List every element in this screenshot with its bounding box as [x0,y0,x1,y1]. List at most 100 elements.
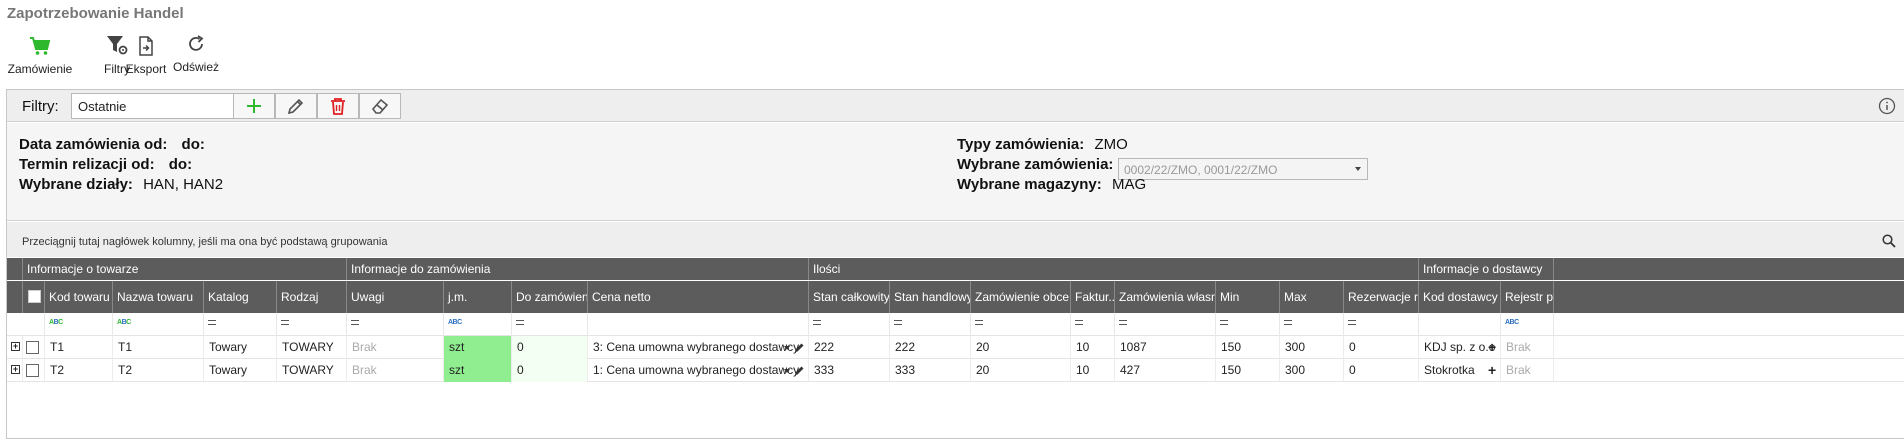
column-net-price[interactable]: Cena netto [588,281,809,313]
cell-catalog[interactable]: Towary [204,336,277,359]
column-unit[interactable]: j.m. [444,281,512,313]
cell-reservations[interactable]: 0 [1344,359,1419,382]
cell-type[interactable]: TOWARY [277,359,347,382]
expand-icon[interactable]: + [11,342,20,351]
cell-code[interactable]: T2 [45,359,113,382]
cell-min[interactable]: 150 [1216,359,1280,382]
cell-unit[interactable]: szt [444,336,512,359]
filter-cell-min[interactable] [1216,313,1280,336]
cell-to-order[interactable]: 0 [512,359,588,382]
delete-filter-button[interactable] [317,93,359,119]
pencil-icon[interactable] [794,342,805,353]
expand-icon[interactable]: + [11,365,20,374]
filter-cell-reservations[interactable] [1344,313,1419,336]
column-foreign-orders[interactable]: Zamówienie obce... [971,281,1071,313]
add-filter-button[interactable] [233,93,275,119]
column-to-order[interactable]: Do zamówienia [512,281,588,313]
search-icon[interactable] [1882,234,1896,251]
filter-cell-total-stock[interactable] [809,313,890,336]
filter-cell-code[interactable]: ABC [45,313,113,336]
chevron-down-icon[interactable] [784,346,790,350]
cell-code[interactable]: T1 [45,336,113,359]
column-max[interactable]: Max [1280,281,1344,313]
cell-notes[interactable]: Brak [347,336,444,359]
column-total-stock[interactable]: Stan całkowity [809,281,890,313]
expand-cell[interactable]: + [7,359,23,382]
cell-foreign-orders[interactable]: 20 [971,336,1071,359]
order-button[interactable]: Zamówienie [0,36,80,76]
filter-cell-unit[interactable]: ABC [444,313,512,336]
cell-to-order[interactable]: 0 [512,336,588,359]
column-trade-stock[interactable]: Stan handlowy [890,281,971,313]
cell-name[interactable]: T2 [113,359,204,382]
group-by-panel[interactable]: Przeciągnij tutaj nagłówek kolumny, jeśl… [7,222,1904,257]
selected-orders-select[interactable]: 0002/22/ZMO, 0001/22/ZMO [1118,158,1368,180]
cell-own-orders[interactable]: 1087 [1115,336,1216,359]
filter-cell-catalog[interactable] [204,313,277,336]
column-code[interactable]: Kod towaru [45,281,113,313]
refresh-button[interactable]: Odśwież [156,34,236,74]
cell-foreign-orders[interactable]: 20 [971,359,1071,382]
row-checkbox[interactable] [26,341,39,354]
filter-cell-to-order[interactable] [512,313,588,336]
column-invoices[interactable]: Faktur... [1071,281,1115,313]
plus-icon[interactable]: + [1488,336,1496,359]
clear-filter-button[interactable] [359,93,401,119]
filter-cell-max[interactable] [1280,313,1344,336]
cell-max[interactable]: 300 [1280,336,1344,359]
band-delivery[interactable]: Informacje o dostawcy [1419,258,1554,280]
filter-cell-net-price[interactable] [588,313,809,336]
cell-trade-stock[interactable]: 222 [890,336,971,359]
cell-supplier-code[interactable]: KDJ sp. z o.o + [1419,336,1501,359]
filter-cell-foreign-orders[interactable] [971,313,1071,336]
cell-total-stock[interactable]: 222 [809,336,890,359]
cell-notes[interactable]: Brak [347,359,444,382]
filter-cell-notes[interactable] [347,313,444,336]
column-notes[interactable]: Uwagi [347,281,444,313]
cell-max[interactable]: 300 [1280,359,1344,382]
row-checkbox[interactable] [26,364,39,377]
cell-money-register[interactable]: Brak [1501,359,1554,382]
column-type[interactable]: Rodzaj [277,281,347,313]
column-min[interactable]: Min [1216,281,1280,313]
cell-invoices[interactable]: 10 [1071,359,1115,382]
cell-invoices[interactable]: 10 [1071,336,1115,359]
table-row[interactable]: + T2 T2 Towary TOWARY Brak szt 0 1: Cena… [7,359,1904,382]
cell-net-price[interactable]: 1: Cena umowna wybranego dostawcy [588,359,809,382]
cell-trade-stock[interactable]: 333 [890,359,971,382]
column-supplier-code[interactable]: Kod dostawcy [1419,281,1501,313]
filter-cell-invoices[interactable] [1071,313,1115,336]
band-quantities[interactable]: Ilości [809,258,1419,280]
pencil-icon[interactable] [794,365,805,376]
expand-cell[interactable]: + [7,336,23,359]
info-icon[interactable] [1878,97,1896,118]
cell-min[interactable]: 150 [1216,336,1280,359]
band-goods[interactable]: Informacje o towarze [23,258,347,280]
filter-cell-supplier-code[interactable] [1419,313,1501,336]
filter-cell-own-orders[interactable] [1115,313,1216,336]
cell-reservations[interactable]: 0 [1344,336,1419,359]
cell-name[interactable]: T1 [113,336,204,359]
band-order[interactable]: Informacje do zamówienia [347,258,809,280]
column-catalog[interactable]: Katalog [204,281,277,313]
chevron-down-icon[interactable] [784,369,790,373]
filter-cell-type[interactable] [277,313,347,336]
cell-supplier-code[interactable]: Stokrotka + [1419,359,1501,382]
column-name[interactable]: Nazwa towaru [113,281,204,313]
filter-cell-trade-stock[interactable] [890,313,971,336]
column-money-register[interactable]: Rejestr pien [1501,281,1554,313]
cell-unit[interactable]: szt [444,359,512,382]
cell-type[interactable]: TOWARY [277,336,347,359]
table-row[interactable]: + T1 T1 Towary TOWARY Brak szt 0 3: Cena… [7,336,1904,359]
row-select-cell[interactable] [23,336,45,359]
plus-icon[interactable]: + [1488,359,1496,382]
filter-cell-money-register[interactable]: ABC [1501,313,1554,336]
row-select-cell[interactable] [23,359,45,382]
column-own-orders[interactable]: Zamówienia własne... [1115,281,1216,313]
cell-net-price[interactable]: 3: Cena umowna wybranego dostawcy [588,336,809,359]
cell-total-stock[interactable]: 333 [809,359,890,382]
filter-cell-name[interactable]: ABC [113,313,204,336]
cell-money-register[interactable]: Brak [1501,336,1554,359]
edit-filter-button[interactable] [275,93,317,119]
cell-catalog[interactable]: Towary [204,359,277,382]
